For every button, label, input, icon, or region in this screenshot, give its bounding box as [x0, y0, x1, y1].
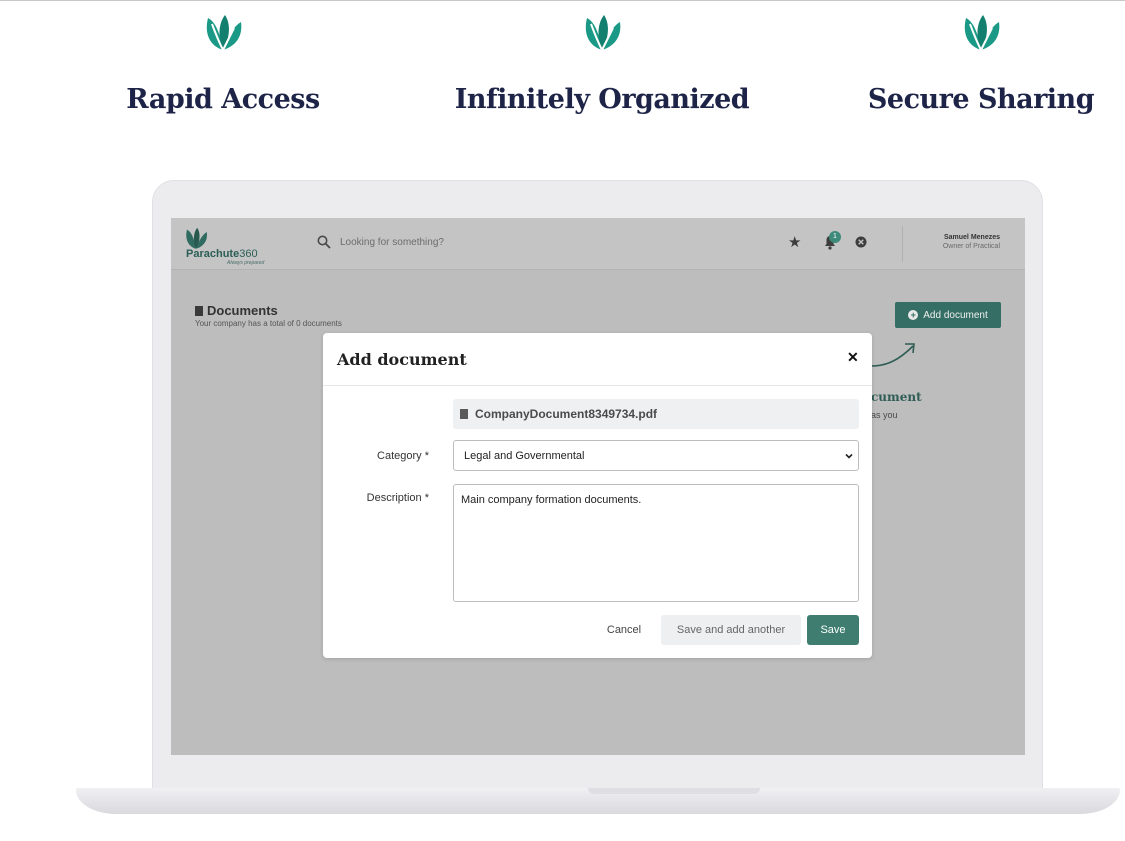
user-name[interactable]: Samuel Menezes [944, 234, 1000, 241]
file-icon [460, 409, 468, 419]
feature-secure-sharing: Secure Sharing [866, 12, 1096, 115]
notification-badge: 1 [829, 231, 841, 243]
logo-tagline: Always prepared [227, 260, 265, 266]
modal-divider [323, 385, 872, 386]
logo-light: 360 [239, 248, 258, 260]
description-label: Description * [366, 492, 429, 504]
page-subtitle: Your company has a total of 0 documents [195, 319, 342, 328]
category-select[interactable]: Legal and Governmental [453, 440, 859, 471]
feature-title: Secure Sharing [867, 84, 1095, 115]
file-name: CompanyDocument8349734.pdf [475, 407, 658, 421]
plus-circle-icon: + [908, 310, 919, 320]
laptop-notch [588, 788, 760, 794]
feature-infinitely-organized: Infinitely Organized [452, 12, 752, 115]
top-divider [0, 0, 1125, 1]
add-document-button[interactable]: + Add document [895, 302, 1001, 328]
user-role: Owner of Practical [942, 243, 1000, 250]
parachute-leaf-icon [964, 15, 1000, 51]
feature-title: Infinitely Organized [454, 84, 750, 115]
parachute-leaf-icon [206, 15, 242, 51]
empty-state-text: as you [871, 410, 898, 420]
modal-title: Add document [337, 350, 467, 369]
search-input[interactable]: Looking for something? [340, 237, 444, 248]
app-header: Parachute360 Always prepared Looking for… [171, 218, 1025, 270]
attached-file: CompanyDocument8349734.pdf [453, 399, 859, 429]
category-value: Legal and Governmental [464, 449, 585, 462]
save-button[interactable]: Save [807, 615, 859, 645]
feature-title: Rapid Access [126, 84, 320, 115]
file-icon [195, 306, 203, 316]
app-logo-text[interactable]: Parachute360 [186, 248, 258, 260]
close-icon[interactable]: ✕ [847, 349, 859, 366]
page-title: Documents [195, 303, 278, 318]
hint-arrow-icon [870, 343, 915, 367]
header-divider [902, 226, 903, 262]
page-title-text: Documents [207, 303, 278, 318]
description-textarea[interactable]: Main company formation documents. [453, 484, 859, 602]
close-circle-icon[interactable] [855, 236, 867, 248]
save-and-add-another-button[interactable]: Save and add another [661, 615, 801, 645]
logo-bold: Parachute [186, 248, 240, 260]
star-icon[interactable]: ★ [788, 233, 801, 251]
add-document-modal: Add document ✕ CompanyDocument8349734.pd… [323, 333, 872, 658]
chevron-down-icon [845, 453, 853, 459]
category-label: Category * [377, 450, 429, 462]
feature-rapid-access: Rapid Access [118, 12, 328, 115]
parachute-leaf-icon [585, 15, 621, 51]
parachute-logo-icon[interactable] [181, 226, 211, 250]
search-icon [317, 235, 331, 249]
empty-state-heading: cument [871, 390, 922, 404]
cancel-button[interactable]: Cancel [595, 615, 653, 645]
laptop-base [76, 788, 1120, 814]
add-document-label: Add document [923, 309, 988, 321]
